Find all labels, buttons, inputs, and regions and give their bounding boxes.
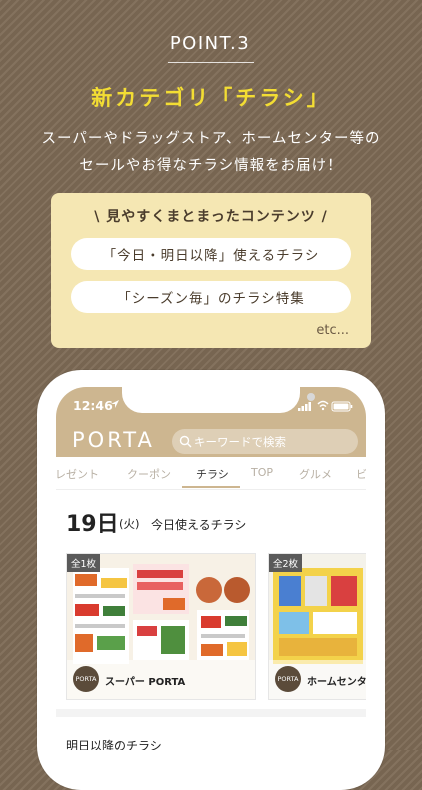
wifi-icon bbox=[317, 400, 329, 411]
store-avatar: PORTA bbox=[275, 666, 301, 692]
tab-flyer[interactable]: チラシ bbox=[196, 466, 229, 482]
point-underline bbox=[168, 62, 254, 63]
status-time: 12:46 bbox=[73, 398, 113, 413]
tab-gourmet[interactable]: グルメ bbox=[299, 466, 332, 482]
feature-pill-today-tomorrow: 「今日・明日以降」使えるチラシ bbox=[71, 238, 351, 270]
feature-card: \ 見やすくまとまったコンテンツ / 「今日・明日以降」使えるチラシ 「シーズン… bbox=[51, 193, 371, 348]
search-placeholder: キーワードで検索 bbox=[194, 435, 286, 449]
feature-card-title: \ 見やすくまとまったコンテンツ / bbox=[94, 209, 328, 225]
point-label-frame: POINT.3 bbox=[150, 28, 270, 58]
store-avatar: PORTA bbox=[73, 666, 99, 692]
flyer-page-count-badge: 全1枚 bbox=[67, 554, 101, 572]
flyer-page-count-badge: 全2枚 bbox=[269, 554, 303, 572]
battery-icon bbox=[331, 401, 353, 412]
today-flyers-title: 今日使えるチラシ bbox=[151, 518, 247, 532]
phone-notch bbox=[122, 387, 315, 413]
app-header: 12:46 PORTA キーワードで検索 bbox=[56, 387, 366, 457]
date-day: 19日 bbox=[66, 512, 119, 537]
flyer-card[interactable]: 全1枚 PORTA スーパー PORTA bbox=[66, 553, 256, 700]
store-name: スーパー PORTA bbox=[105, 677, 186, 688]
search-input[interactable]: キーワードで検索 bbox=[172, 429, 358, 454]
feature-etc: etc... bbox=[316, 323, 349, 338]
status-icons bbox=[298, 400, 353, 412]
feature-pill-seasonal: 「シーズン毎」のチラシ特集 bbox=[71, 281, 351, 313]
headline: 新カテゴリ「チラシ」 bbox=[91, 86, 331, 110]
description-line-1: スーパーやドラッグストア、ホームセンター等の bbox=[41, 131, 381, 147]
point-label: POINT.3 bbox=[169, 32, 251, 54]
location-arrow-icon bbox=[111, 400, 119, 408]
category-tabs: プレゼント クーポン チラシ TOP グルメ ビ bbox=[56, 457, 366, 490]
tab-top[interactable]: TOP bbox=[251, 466, 273, 479]
signal-icon bbox=[298, 402, 311, 411]
section-divider bbox=[56, 709, 366, 717]
description-line-2: セールやお得なチラシ情報をお届け！ bbox=[79, 158, 343, 174]
phone-screen: 12:46 PORTA キーワードで検索 レゼント クーポン チラシ TOP グ… bbox=[56, 387, 366, 750]
future-flyers-title: 明日以降のチラシ bbox=[66, 739, 162, 750]
flyer-card[interactable]: 全2枚 PORTA ホームセンター bbox=[268, 553, 366, 700]
active-tab-indicator bbox=[182, 486, 240, 488]
app-logo: PORTA bbox=[72, 428, 155, 452]
tab-beauty[interactable]: ビ bbox=[356, 466, 366, 482]
store-name: ホームセンター bbox=[307, 677, 366, 688]
date-weekday: (火) bbox=[119, 517, 140, 531]
tab-present[interactable]: プレゼント bbox=[56, 466, 99, 482]
search-icon bbox=[179, 435, 192, 448]
tab-coupon[interactable]: クーポン bbox=[127, 466, 171, 482]
